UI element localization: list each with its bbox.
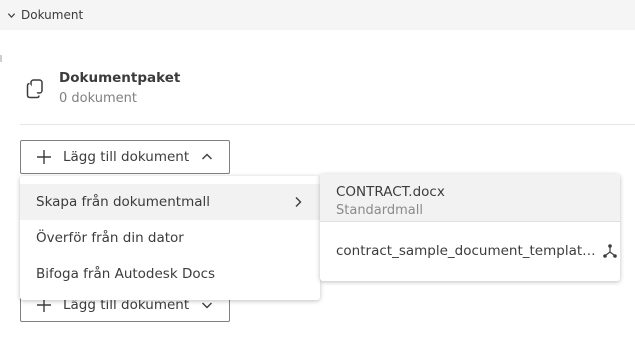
- menu-item-label: Bifoga från Autodesk Docs: [36, 266, 216, 282]
- add-document-label: Lägg till dokument: [63, 149, 190, 165]
- menu-item-create-from-template[interactable]: Skapa från dokumentmall: [20, 184, 320, 220]
- menu-item-attach-from-autodesk-docs[interactable]: Bifoga från Autodesk Docs: [20, 256, 320, 292]
- divider: [20, 124, 635, 125]
- chevron-up-icon: [201, 151, 213, 163]
- chevron-down-icon[interactable]: [5, 9, 17, 21]
- chevron-right-icon: [292, 196, 304, 208]
- plus-icon: [36, 149, 52, 165]
- menu-item-label: Överför från din dator: [36, 230, 184, 246]
- section-header-dokument[interactable]: Dokument: [0, 0, 635, 30]
- document-package: Dokumentpaket 0 dokument: [22, 66, 582, 112]
- section-title: Dokument: [21, 8, 84, 22]
- hub-network-icon: [602, 243, 618, 259]
- template-name: contract_sample_document_template.docx: [336, 243, 600, 259]
- package-document-count: 0 dokument: [59, 91, 137, 106]
- add-document-button[interactable]: Lägg till dokument: [20, 140, 230, 174]
- package-title: Dokumentpaket: [59, 70, 181, 86]
- template-item-contract-sample[interactable]: contract_sample_document_template.docx: [320, 222, 620, 280]
- chevron-down-icon: [201, 299, 213, 311]
- add-document-menu: Skapa från dokumentmall Överför från din…: [20, 176, 320, 300]
- template-item-contract[interactable]: CONTRACT.docx Standardmall: [320, 174, 620, 222]
- menu-item-upload-from-computer[interactable]: Överför från din dator: [20, 220, 320, 256]
- template-description: Standardmall: [336, 203, 423, 218]
- menu-item-label: Skapa från dokumentmall: [36, 194, 210, 210]
- template-name: CONTRACT.docx: [336, 184, 445, 200]
- template-submenu: CONTRACT.docx Standardmall contract_samp…: [320, 174, 620, 281]
- copy-documents-icon: [26, 79, 44, 99]
- scroll-tick: [0, 55, 2, 62]
